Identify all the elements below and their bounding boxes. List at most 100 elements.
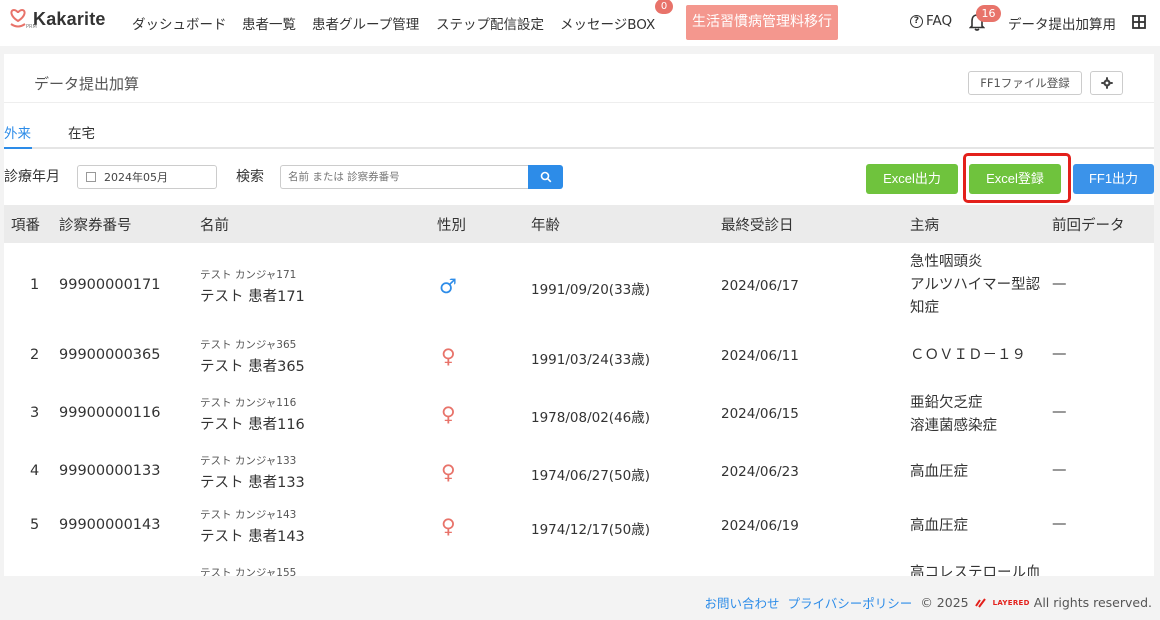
tab-active-indicator — [4, 147, 32, 149]
col-name: 名前 — [200, 218, 229, 234]
row-birthdate-age: 1991/09/20(33歳) — [531, 282, 651, 298]
row-previous-data: — — [1052, 276, 1067, 292]
row-birthdate-age: 1974/12/17(50歳) — [531, 522, 651, 538]
question-icon: ? — [910, 14, 923, 28]
search-icon — [540, 171, 551, 183]
col-gender: 性別 — [437, 218, 466, 234]
faq-link[interactable]: ? FAQ — [910, 13, 952, 29]
search-label: 検索 — [236, 169, 264, 185]
top-nav: Kakarite PRM ダッシュボード 患者一覧 患者グループ管理 ステップ配… — [0, 0, 1160, 46]
message-count-badge: 0 — [655, 0, 673, 14]
row-birthdate-age: 1978/08/02(46歳) — [531, 410, 651, 426]
row-kana: テスト カンジャ171 — [200, 269, 297, 281]
highlight-box — [963, 153, 1071, 203]
contact-link[interactable]: お問い合わせ — [705, 593, 780, 612]
logo[interactable]: Kakarite — [8, 8, 106, 30]
row-last-visit: 2024/06/19 — [721, 518, 799, 534]
col-last-visit: 最終受診日 — [721, 218, 794, 234]
row-birthdate-age: 1991/03/24(33歳) — [531, 352, 651, 368]
row-card-number: 99900000365 — [59, 347, 161, 363]
row-name[interactable]: テスト 患者365 — [200, 355, 305, 376]
row-last-visit: 2024/06/11 — [721, 348, 799, 364]
female-icon: ♀ — [441, 514, 456, 538]
row-kana: テスト カンジャ133 — [200, 455, 297, 467]
row-previous-data: — — [1052, 462, 1067, 478]
month-label: 診療年月 — [4, 169, 60, 185]
ff1-upload-button[interactable]: FF1ファイル登録 — [968, 71, 1082, 95]
nav-patient-list[interactable]: 患者一覧 — [242, 13, 296, 33]
excel-export-button[interactable]: Excel出力 — [866, 164, 958, 194]
row-kana: テスト カンジャ116 — [200, 397, 297, 409]
row-disease-line: 高血圧症 — [910, 464, 968, 480]
nav-patient-groups[interactable]: 患者グループ管理 — [312, 13, 419, 33]
settings-button[interactable] — [1090, 71, 1123, 95]
table-header — [4, 205, 1154, 243]
row-kana: テスト カンジャ143 — [200, 509, 297, 521]
row-number: 5 — [30, 517, 40, 533]
col-number: 項番 — [11, 218, 40, 234]
row-previous-data: — — [1052, 516, 1067, 532]
female-icon: ♀ — [441, 460, 456, 484]
row-card-number: 99900000143 — [59, 517, 161, 533]
ff1-export-button[interactable]: FF1出力 — [1073, 164, 1154, 194]
row-number: 4 — [30, 463, 40, 479]
calendar-icon — [86, 172, 96, 182]
lifestyle-migration-button[interactable]: 生活習慣病管理料移行 — [686, 5, 838, 40]
copyright: © 2025 — [920, 595, 969, 610]
row-last-visit: 2024/06/17 — [721, 278, 799, 294]
row-number: 3 — [30, 405, 40, 421]
faq-label: FAQ — [926, 13, 953, 29]
notification-badge: 16 — [976, 5, 1001, 22]
user-name[interactable]: データ提出加算用 — [1008, 13, 1116, 33]
tab-outpatient[interactable]: 外来 — [4, 122, 31, 142]
col-card-number: 診察券番号 — [59, 218, 132, 234]
layered-logo-icon — [974, 597, 986, 608]
heart-logo-icon — [10, 8, 26, 28]
privacy-link[interactable]: プライバシーポリシー — [788, 593, 913, 612]
row-previous-data: — — [1052, 346, 1067, 362]
grid-menu-icon[interactable] — [1132, 15, 1146, 29]
row-number: 2 — [30, 347, 40, 363]
row-number: 1 — [30, 277, 40, 293]
logo-text: Kakarite — [33, 8, 106, 29]
nav-step-delivery[interactable]: ステップ配信設定 — [436, 13, 544, 33]
tab-bar-line — [4, 147, 1154, 149]
col-age: 年齢 — [531, 218, 560, 234]
row-disease-line: 急性咽頭炎 — [910, 254, 983, 270]
rights-text: All rights reserved. — [1033, 595, 1152, 610]
row-disease-line: アルツハイマー型認 — [910, 277, 1041, 293]
row-previous-data: — — [1052, 404, 1067, 420]
row-name[interactable]: テスト 患者133 — [200, 471, 305, 492]
row-name[interactable]: テスト 患者116 — [200, 413, 305, 434]
nav-message-box[interactable]: メッセージBOX — [560, 13, 655, 33]
brand-name: LAYERED — [992, 598, 1030, 607]
row-kana: テスト カンジャ365 — [200, 339, 297, 351]
male-icon: ♂ — [439, 274, 457, 298]
row-last-visit: 2024/06/23 — [721, 464, 799, 480]
row-name[interactable]: テスト 患者171 — [200, 285, 305, 306]
female-icon: ♀ — [441, 344, 456, 368]
row-card-number: 99900000116 — [59, 405, 161, 421]
row-disease-line: ＣＯＶＩＤ－１９ — [910, 347, 1026, 363]
search-button[interactable] — [528, 165, 563, 189]
month-picker[interactable]: 2024年05月 — [77, 165, 217, 189]
row-name[interactable]: テスト 患者143 — [200, 525, 305, 546]
row-card-number: 99900000133 — [59, 463, 161, 479]
logo-subtext: PRM — [26, 24, 37, 30]
col-previous-data: 前回データ — [1052, 218, 1125, 234]
title-divider — [4, 102, 1154, 103]
month-value: 2024年05月 — [104, 171, 168, 184]
row-last-visit: 2024/06/15 — [721, 406, 799, 422]
row-card-number: 99900000171 — [59, 277, 161, 293]
tab-home-care[interactable]: 在宅 — [68, 122, 95, 142]
row-disease-line: 知症 — [910, 300, 939, 316]
footer-links: お問い合わせ プライバシーポリシー © 2025 LAYERED All rig… — [705, 593, 1152, 612]
nav-dashboard[interactable]: ダッシュボード — [132, 13, 227, 33]
col-disease: 主病 — [910, 218, 939, 234]
page-title: データ提出加算 — [34, 75, 140, 93]
female-icon: ♀ — [441, 402, 456, 426]
search-input[interactable] — [280, 165, 528, 189]
row-disease-line: 亜鉛欠乏症 — [910, 395, 983, 411]
row-birthdate-age: 1974/06/27(50歳) — [531, 468, 651, 484]
gear-icon — [1100, 77, 1113, 89]
